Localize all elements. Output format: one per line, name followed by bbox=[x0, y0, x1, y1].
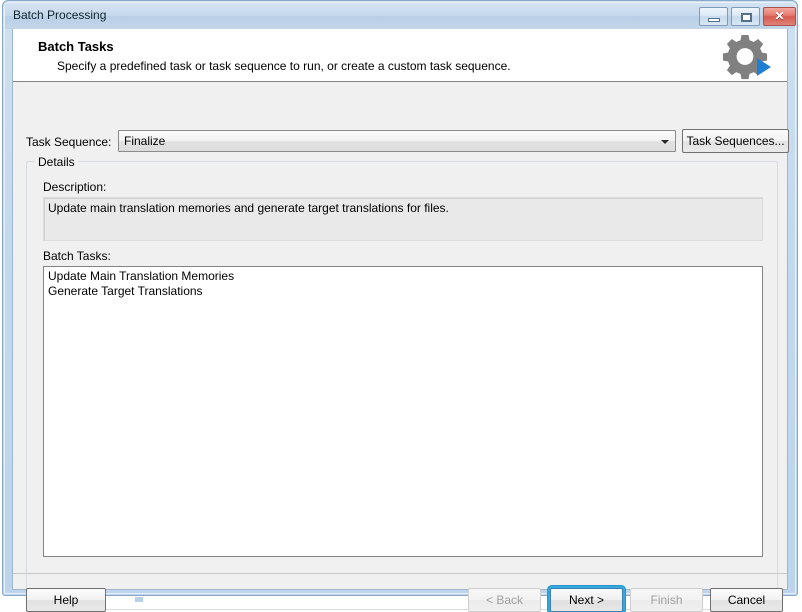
wizard-body: Task Sequence: Finalize Task Sequences..… bbox=[13, 83, 789, 612]
list-item[interactable]: Update Main Translation Memories bbox=[44, 269, 762, 284]
background-artifact bbox=[135, 597, 143, 602]
page-subtitle: Specify a predefined task or task sequen… bbox=[57, 59, 511, 73]
batch-tasks-listbox[interactable]: Update Main Translation Memories Generat… bbox=[43, 266, 763, 557]
batch-tasks-list: Update Main Translation Memories Generat… bbox=[44, 267, 762, 299]
page-title: Batch Tasks bbox=[38, 39, 114, 54]
maximize-icon bbox=[741, 13, 752, 22]
batch-processing-window: Batch Processing ✕ Batch Tasks Specify a… bbox=[2, 0, 798, 612]
task-sequence-value: Finalize bbox=[124, 134, 166, 148]
footer-separator bbox=[13, 573, 787, 574]
back-button: < Back bbox=[468, 588, 541, 612]
description-text: Update main translation memories and gen… bbox=[48, 201, 449, 215]
gear-icon bbox=[719, 33, 775, 81]
maximize-button[interactable] bbox=[731, 7, 760, 26]
list-item[interactable]: Generate Target Translations bbox=[44, 284, 762, 299]
task-sequence-combobox[interactable]: Finalize bbox=[118, 130, 676, 152]
next-button[interactable]: Next > bbox=[550, 588, 623, 612]
task-sequence-dropdown-button[interactable] bbox=[657, 131, 675, 151]
description-box: Update main translation memories and gen… bbox=[43, 197, 763, 241]
cancel-button[interactable]: Cancel bbox=[710, 588, 783, 612]
batch-tasks-label: Batch Tasks: bbox=[43, 249, 111, 263]
minimize-button[interactable] bbox=[699, 7, 728, 26]
description-label: Description: bbox=[43, 180, 107, 194]
minimize-icon bbox=[708, 18, 720, 22]
chevron-down-icon bbox=[661, 140, 669, 144]
finish-button: Finish bbox=[630, 588, 703, 612]
window-title: Batch Processing bbox=[13, 8, 107, 22]
close-button[interactable]: ✕ bbox=[763, 7, 796, 26]
task-sequence-label: Task Sequence: bbox=[26, 135, 112, 149]
details-group-label: Details bbox=[35, 155, 78, 169]
task-sequences-button[interactable]: Task Sequences... bbox=[682, 129, 789, 153]
title-bar[interactable]: Batch Processing ✕ bbox=[5, 3, 796, 29]
help-button[interactable]: Help bbox=[26, 588, 106, 612]
window-client-area: Batch Tasks Specify a predefined task or… bbox=[12, 29, 789, 612]
details-groupbox: Details Description: Update main transla… bbox=[26, 155, 778, 610]
close-icon: ✕ bbox=[774, 9, 785, 23]
wizard-header: Batch Tasks Specify a predefined task or… bbox=[13, 29, 787, 82]
